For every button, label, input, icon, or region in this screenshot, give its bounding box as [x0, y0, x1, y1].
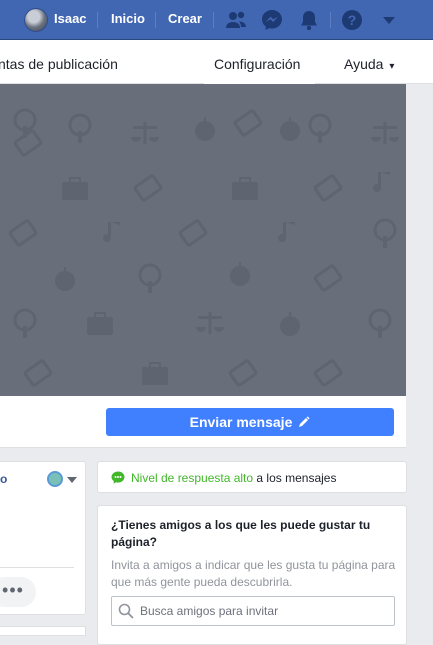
- invite-title: ¿Tienes amigos a los que les puede gusta…: [111, 518, 371, 549]
- help-icon[interactable]: ?: [340, 8, 364, 32]
- pattern-row: [22, 358, 344, 388]
- home-link[interactable]: Inicio: [111, 11, 145, 26]
- send-message-label: Enviar mensaje: [189, 414, 293, 430]
- pencil-icon: [299, 416, 310, 427]
- divider: [155, 12, 156, 28]
- cover-action-bar: Enviar mensaje: [0, 396, 406, 448]
- friends-icon[interactable]: [224, 8, 248, 32]
- messenger-icon[interactable]: [260, 8, 284, 32]
- create-link[interactable]: Crear: [168, 11, 202, 26]
- profile-link[interactable]: Isaac: [54, 11, 87, 26]
- pattern-row: [7, 218, 397, 250]
- divider: [330, 12, 331, 28]
- caret-down-icon[interactable]: [377, 8, 401, 32]
- top-navigation-bar: Isaac Inicio Crear ?: [0, 0, 433, 40]
- response-rate-text: Nivel de respuesta alto a los mensajes: [131, 471, 336, 485]
- more-options-button[interactable]: •••: [0, 577, 36, 607]
- pattern-row: [61, 172, 390, 203]
- tab-help-label: Ayuda: [344, 56, 384, 72]
- tab-publishing-tools[interactable]: ntas de publicación: [0, 56, 118, 72]
- pattern-row: [12, 108, 399, 158]
- page-tab-bar: ntas de publicación Configuración Ayuda …: [0, 40, 433, 84]
- cover-photo[interactable]: [0, 84, 406, 396]
- user-avatar[interactable]: [24, 8, 48, 32]
- divider: [97, 12, 98, 28]
- left-column-card: [0, 626, 86, 636]
- left-column-card: o •••: [0, 461, 86, 615]
- tab-help[interactable]: Ayuda ▾: [344, 56, 394, 72]
- response-rate-card: Nivel de respuesta alto a los mensajes: [97, 461, 407, 493]
- send-message-button[interactable]: Enviar mensaje: [106, 408, 394, 436]
- response-rate-rest: a los mensajes: [253, 471, 337, 485]
- invite-description: Invita a amigos a indicar que les gusta …: [111, 558, 396, 589]
- notifications-icon[interactable]: [297, 8, 321, 32]
- divider: [213, 12, 214, 28]
- divider: [0, 567, 74, 568]
- svg-text:?: ?: [348, 12, 357, 28]
- response-rate-highlight: Nivel de respuesta alto: [131, 471, 254, 485]
- tab-settings[interactable]: Configuración: [214, 56, 300, 72]
- chevron-down-icon: ▾: [389, 61, 395, 72]
- audience-globe-icon[interactable]: [47, 471, 63, 487]
- invite-friends-card: ¿Tienes amigos a los que les puede gusta…: [97, 505, 407, 645]
- invite-search-placeholder: Busca amigos para invitar: [140, 604, 279, 618]
- card-title[interactable]: o: [0, 472, 7, 486]
- pattern-row: [13, 308, 392, 340]
- chevron-down-icon[interactable]: [67, 477, 77, 483]
- search-icon: [118, 603, 134, 619]
- cover-pattern: [7, 108, 399, 388]
- invite-search-input[interactable]: Busca amigos para invitar: [111, 596, 395, 626]
- pattern-row: [55, 262, 344, 295]
- chat-bubble-icon: [111, 471, 125, 484]
